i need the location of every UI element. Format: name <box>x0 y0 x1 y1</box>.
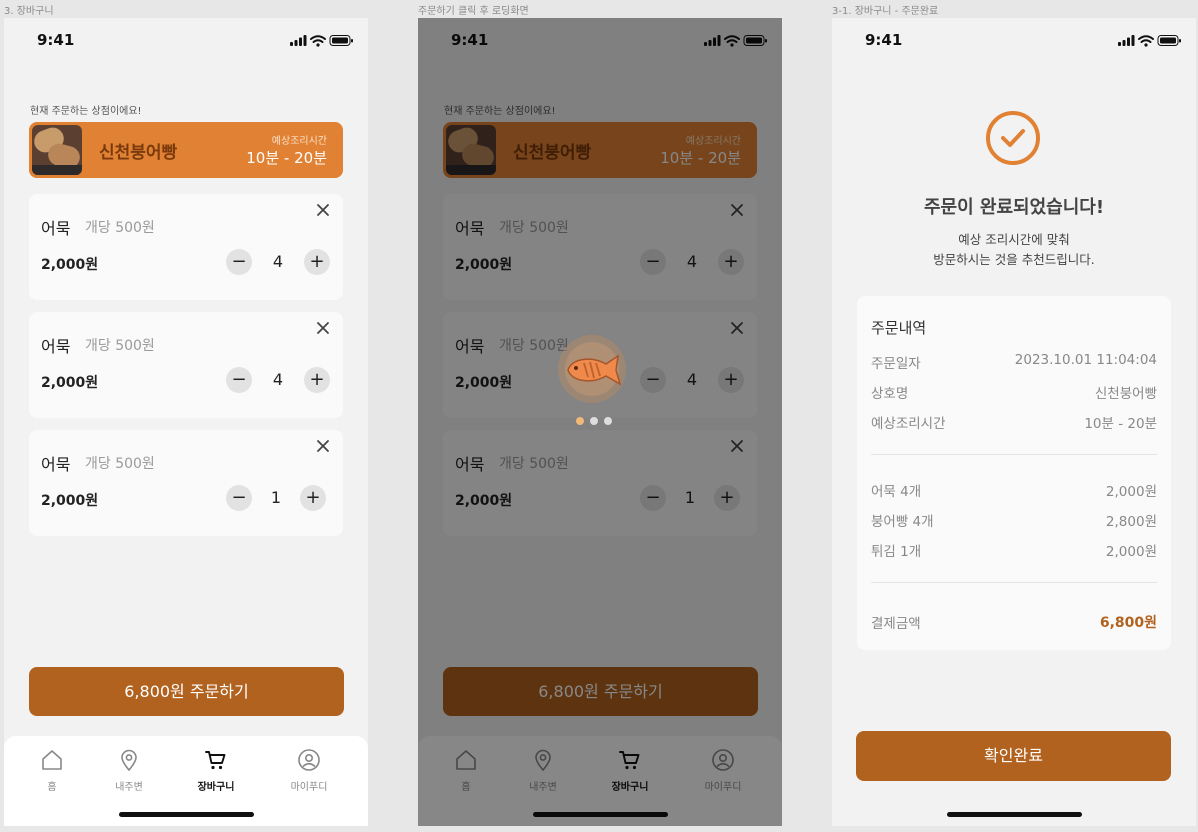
quantity-stepper: − 1 + <box>226 485 326 511</box>
total-label: 결제금액 <box>871 616 921 632</box>
item-name: 어묵 <box>41 337 71 356</box>
quantity-value: 1 <box>270 488 282 507</box>
decrease-button[interactable]: − <box>226 249 252 275</box>
tab-mypage[interactable]: 마이푸디 <box>269 748 349 793</box>
divider <box>871 582 1157 583</box>
frame-label-cart: 3. 장바구니 <box>4 6 54 17</box>
tab-label: 장바구니 <box>197 782 235 793</box>
row-label: 주문일자 <box>871 356 921 372</box>
cart-item: 어묵 개당 500원 2,000원 − 4 + <box>29 312 343 418</box>
loading-screen: 9:41 현재 주문하는 상점이에요! 신천붕어빵 예상조리시간 10분 - 2… <box>418 18 782 826</box>
wifi-icon <box>1138 35 1154 43</box>
row-value: 2023.10.01 11:04:04 <box>1014 352 1157 368</box>
confirm-button[interactable]: 확인완료 <box>856 731 1171 781</box>
increase-button[interactable]: + <box>300 485 326 511</box>
row-label: 튀김 1개 <box>871 544 922 560</box>
frame-label-complete: 3-1. 장바구니 - 주문완료 <box>832 6 939 17</box>
status-time: 9:41 <box>865 31 903 49</box>
home-icon <box>42 750 62 770</box>
decrease-button[interactable]: − <box>226 367 252 393</box>
signal-icon <box>290 35 307 46</box>
increase-button[interactable]: + <box>304 249 330 275</box>
home-indicator <box>947 812 1082 817</box>
battery-icon <box>1157 35 1181 46</box>
tab-nearby[interactable]: 내주변 <box>89 748 169 793</box>
store-notice: 현재 주문하는 상점이에요! <box>30 106 142 117</box>
store-thumbnail <box>32 125 82 175</box>
check-circle-icon <box>986 111 1040 165</box>
receipt-title: 주문내역 <box>871 319 927 337</box>
store-banner[interactable]: 신천붕어빵 예상조리시간 10분 - 20분 <box>29 122 343 178</box>
home-indicator <box>119 812 254 817</box>
complete-title: 주문이 완료되었습니다! <box>923 197 1105 218</box>
user-icon <box>298 749 320 771</box>
tab-bar: 홈 내주변 장바구니 마이푸디 <box>4 736 368 826</box>
wifi-icon <box>310 35 326 43</box>
item-unit-price: 개당 500원 <box>85 338 155 354</box>
bungeoppang-loading-icon <box>558 335 626 403</box>
row-value: 2,000원 <box>1105 484 1157 500</box>
tab-home[interactable]: 홈 <box>12 748 92 793</box>
cart-icon <box>205 751 226 770</box>
increase-button[interactable]: + <box>304 367 330 393</box>
total-value: 6,800원 <box>1099 615 1157 631</box>
row-label: 예상조리시간 <box>871 416 946 432</box>
tab-label: 마이푸디 <box>290 782 328 793</box>
store-name: 신천붕어빵 <box>99 143 178 163</box>
close-icon[interactable] <box>315 320 331 336</box>
order-button[interactable]: 6,800원 주문하기 <box>29 667 344 716</box>
quantity-stepper: − 4 + <box>226 367 330 393</box>
close-icon[interactable] <box>315 438 331 454</box>
row-value: 신천붕어빵 <box>1094 386 1157 402</box>
eta-label: 예상조리시간 <box>271 136 327 147</box>
tab-label: 홈 <box>47 782 57 793</box>
status-time: 9:41 <box>37 31 75 49</box>
item-unit-price: 개당 500원 <box>85 220 155 236</box>
eta-value: 10분 - 20분 <box>246 149 327 167</box>
status-icons <box>290 33 354 52</box>
status-bar: 9:41 <box>832 30 1196 52</box>
loading-dots <box>576 417 616 425</box>
complete-subtitle-line1: 예상 조리시간에 맞춰 <box>958 232 1070 247</box>
tab-label: 내주변 <box>115 782 143 793</box>
close-icon[interactable] <box>315 202 331 218</box>
item-name: 어묵 <box>41 455 71 474</box>
item-name: 어묵 <box>41 219 71 238</box>
row-value: 10분 - 20분 <box>1084 416 1157 432</box>
item-price: 2,000원 <box>41 375 99 391</box>
map-pin-icon <box>121 749 137 772</box>
battery-icon <box>329 35 353 46</box>
signal-icon <box>1118 35 1135 46</box>
cart-item: 어묵 개당 500원 2,000원 − 4 + <box>29 194 343 300</box>
order-complete-screen: 9:41 주문이 완료되었습니다! 예상 조리시간에 맞춰 방문하시는 것을 추… <box>832 18 1196 826</box>
row-label: 붕어빵 4개 <box>871 514 934 530</box>
row-label: 어묵 4개 <box>871 484 922 500</box>
tab-cart[interactable]: 장바구니 <box>176 748 256 793</box>
row-value: 2,000원 <box>1105 544 1157 560</box>
cart-screen: 9:41 현재 주문하는 상점이에요! 신천붕어빵 예상조리시간 10분 - 2… <box>4 18 368 826</box>
quantity-stepper: − 4 + <box>226 249 330 275</box>
item-price: 2,000원 <box>41 493 99 509</box>
order-receipt: 주문내역 주문일자 2023.10.01 11:04:04 상호명 신천붕어빵 … <box>857 296 1171 650</box>
decrease-button[interactable]: − <box>226 485 252 511</box>
status-icons <box>1118 33 1182 52</box>
complete-subtitle-line2: 방문하시는 것을 추천드립니다. <box>933 252 1095 267</box>
cart-item: 어묵 개당 500원 2,000원 − 1 + <box>29 430 343 536</box>
frame-label-loading: 주문하기 클릭 후 로딩화면 <box>418 6 529 17</box>
status-bar: 9:41 <box>4 30 368 52</box>
item-price: 2,000원 <box>41 257 99 273</box>
quantity-value: 4 <box>272 252 284 271</box>
divider <box>871 454 1157 455</box>
row-value: 2,800원 <box>1105 514 1157 530</box>
quantity-value: 4 <box>272 370 284 389</box>
row-label: 상호명 <box>871 386 909 402</box>
item-unit-price: 개당 500원 <box>85 456 155 472</box>
